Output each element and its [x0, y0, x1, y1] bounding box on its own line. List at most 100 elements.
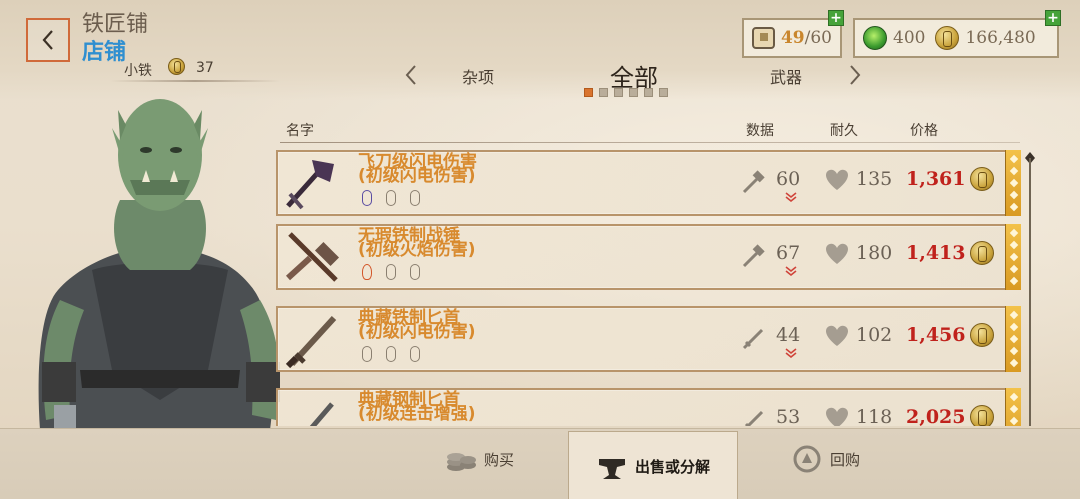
gold-coin-icon — [970, 405, 994, 426]
rarity-edge — [1005, 306, 1021, 372]
tab-page-dot — [614, 88, 623, 97]
capacity-current: 49 — [780, 28, 805, 48]
item-price: 1,456 — [906, 324, 966, 346]
item-durability: 135 — [856, 168, 893, 190]
tab-misc[interactable]: 杂项 — [462, 64, 494, 88]
heart-icon — [826, 243, 848, 264]
item-stat: 53 — [776, 406, 801, 426]
buyback-icon — [793, 445, 821, 473]
gold-count: 166,480 — [965, 28, 1036, 48]
item-name: 飞刀级闪电伤害 (初级闪电伤害) — [358, 154, 558, 186]
enchant-slots — [362, 190, 420, 206]
tab-page-dot — [644, 88, 653, 97]
stat-lower-icon — [785, 266, 797, 276]
stat-lower-icon — [785, 348, 797, 358]
enchant-slot-icon — [410, 346, 420, 362]
item-durability: 180 — [856, 242, 893, 264]
tab-page-indicator — [584, 88, 668, 97]
war-hammer-icon — [285, 232, 340, 282]
enchant-slot-icon — [410, 264, 420, 280]
column-header-price[interactable]: 价格 — [910, 120, 938, 140]
hammer-icon — [742, 244, 765, 268]
chevron-left-icon — [405, 65, 416, 85]
add-capacity-button[interactable]: + — [828, 10, 844, 26]
chevron-right-icon — [850, 65, 861, 85]
tab-next-button[interactable] — [848, 64, 868, 88]
capacity-max: 60 — [810, 28, 832, 48]
enchant-slot-icon — [386, 264, 396, 280]
gold-coin-icon — [970, 167, 994, 191]
dagger-icon — [742, 328, 764, 350]
column-header-durability[interactable]: 耐久 — [830, 120, 858, 140]
dagger-icon — [309, 402, 334, 426]
rarity-edge — [1005, 388, 1021, 426]
scroll-track — [1029, 158, 1031, 426]
stat-lower-icon — [785, 192, 797, 202]
heart-icon — [826, 407, 848, 426]
tab-page-dot — [599, 88, 608, 97]
capacity-box[interactable]: 49 / 60 + — [742, 10, 844, 58]
add-currency-button[interactable]: + — [1045, 10, 1061, 26]
tab-page-dot — [659, 88, 668, 97]
item-durability: 118 — [856, 406, 893, 426]
tab-page-dot — [629, 88, 638, 97]
war-axe-icon — [286, 160, 334, 210]
item-row[interactable]: 飞刀级闪电伤害 (初级闪电伤害) 60 135 1,361 — [276, 150, 1021, 216]
item-row[interactable]: 无瑕铁制战锤 (初级火焰伤害) 67 180 1,413 — [276, 224, 1021, 290]
rarity-edge — [1005, 224, 1021, 290]
scrollbar[interactable] — [1024, 152, 1036, 426]
chevron-left-icon — [42, 30, 53, 50]
dagger-icon — [744, 410, 764, 426]
currency-box[interactable]: 400 166,480 + — [853, 10, 1061, 58]
column-header-data[interactable]: 数据 — [746, 120, 774, 140]
enchant-slot-icon — [386, 190, 396, 206]
gold-coin-icon — [935, 26, 960, 50]
item-price: 2,025 — [906, 406, 966, 426]
gold-coin-icon — [970, 241, 994, 265]
tab-buyback[interactable]: 回购 — [790, 429, 860, 489]
bottom-tab-bar: 购买 出售或分解 回购 — [0, 428, 1080, 499]
item-durability: 102 — [856, 324, 893, 346]
dagger-icon — [285, 315, 337, 369]
item-stat: 67 — [776, 242, 801, 264]
tab-buyback-label: 回购 — [830, 450, 861, 469]
coin-stack-icon — [447, 453, 476, 471]
item-name-line2: (初级闪电伤害) — [358, 322, 476, 342]
heart-icon — [826, 325, 848, 346]
gem-icon — [863, 26, 887, 50]
rarity-edge — [1005, 150, 1021, 216]
tab-sell-label: 出售或分解 — [635, 458, 711, 476]
enchant-slot-icon — [362, 190, 372, 206]
column-header-name[interactable]: 名字 — [286, 120, 314, 140]
item-list: 飞刀级闪电伤害 (初级闪电伤害) 60 135 1,361 无瑕铁制战锤 (初级火焰伤害) 6… — [276, 150, 1021, 426]
item-name-line2: (初级闪电伤害) — [358, 166, 476, 186]
tab-weapons[interactable]: 武器 — [770, 64, 802, 88]
item-price: 1,361 — [906, 168, 966, 190]
item-name-line2: (初级火焰伤害) — [358, 240, 476, 260]
item-price: 1,413 — [906, 242, 966, 264]
tab-buy-label: 购买 — [484, 450, 515, 469]
item-name: 无瑕铁制战锤 (初级火焰伤害) — [358, 228, 558, 260]
header-divider — [280, 142, 1020, 143]
item-stat: 44 — [776, 324, 801, 346]
tab-sell-or-dismantle[interactable]: 出售或分解 — [568, 431, 738, 499]
inventory-bag-icon — [752, 27, 775, 49]
enchant-slots — [362, 264, 420, 280]
tab-prev-button[interactable] — [404, 64, 424, 88]
enchant-slot-icon — [410, 190, 420, 206]
item-row[interactable]: 典藏铁制匕首 (初级闪电伤害) 44 102 1,456 — [276, 306, 1021, 372]
tab-page-dot — [584, 88, 593, 97]
enchant-slots — [362, 346, 420, 362]
gem-count: 400 — [893, 28, 926, 48]
item-name-line2: (初级连击增强) — [358, 404, 476, 424]
gold-coin-icon — [970, 323, 994, 347]
enchant-slot-icon — [386, 346, 396, 362]
tab-buy[interactable]: 购买 — [444, 429, 514, 489]
hammer-icon — [742, 170, 765, 194]
item-name: 典藏铁制匕首 (初级闪电伤害) — [358, 310, 558, 342]
heart-icon — [826, 169, 848, 190]
item-row[interactable]: 典藏钢制匕首 (初级连击增强) 53 118 2,025 — [276, 388, 1021, 426]
enchant-slot-icon — [362, 264, 372, 280]
enchant-slot-icon — [362, 346, 372, 362]
item-stat: 60 — [776, 168, 801, 190]
